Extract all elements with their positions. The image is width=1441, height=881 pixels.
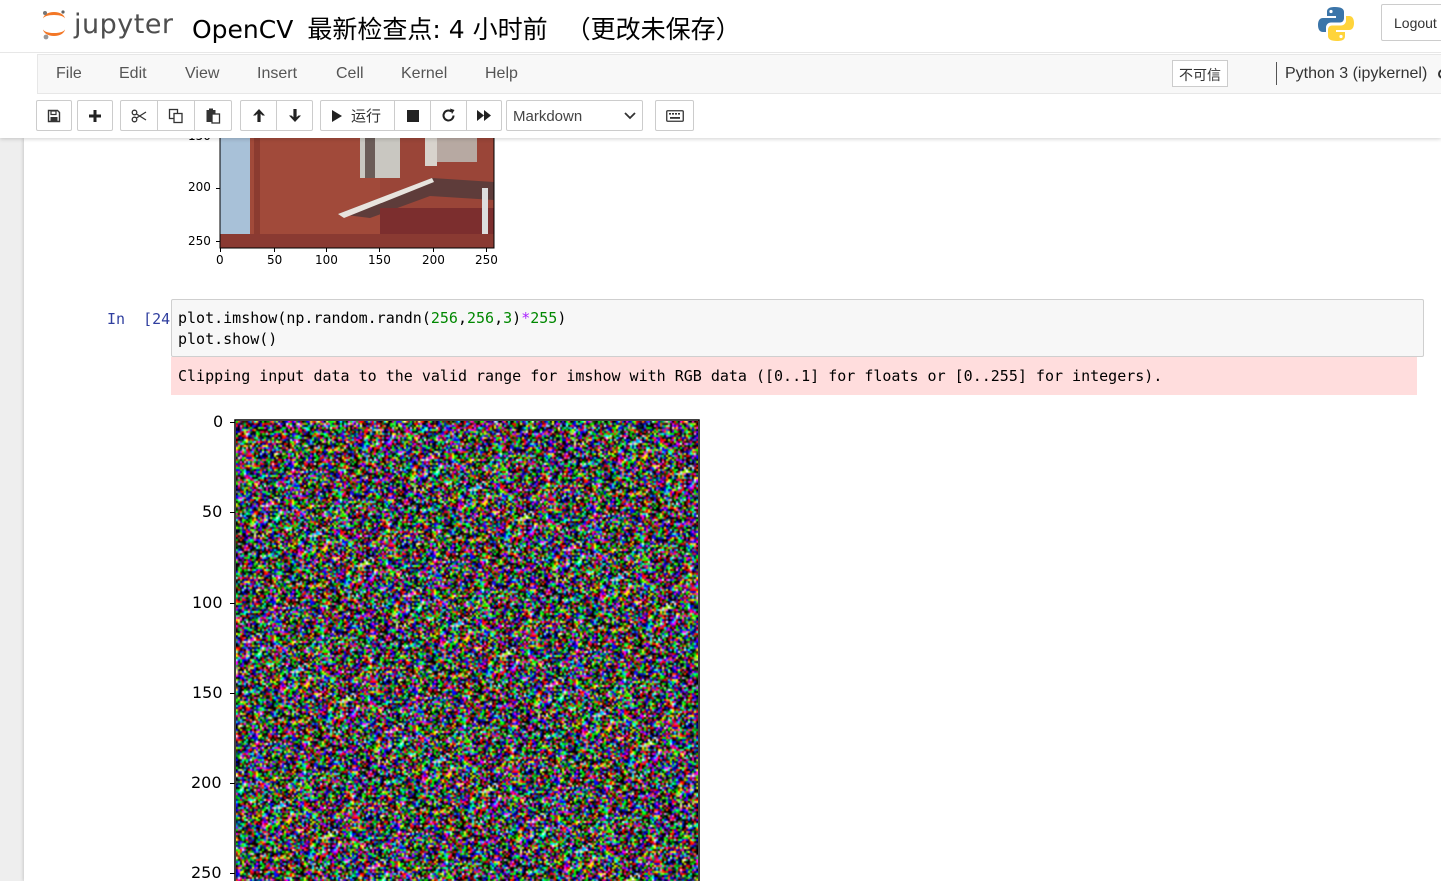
y-tick-mark xyxy=(230,512,235,513)
cut-button[interactable] xyxy=(120,100,158,131)
y-tick-mark xyxy=(230,783,235,784)
insert-cell-button[interactable] xyxy=(77,100,113,131)
code-line-2[interactable]: plot.show() xyxy=(178,330,277,348)
move-down-button[interactable] xyxy=(276,100,313,131)
noise-plot-frame xyxy=(234,419,700,881)
menu-kernel[interactable]: Kernel xyxy=(401,65,447,83)
x-tick-mark xyxy=(220,248,221,252)
checkpoint-status: 最新检查点: 4 小时前 xyxy=(307,15,548,44)
trust-indicator[interactable]: 不可信 xyxy=(1172,60,1228,87)
kernel-name[interactable]: Python 3 (ipykernel) xyxy=(1285,65,1427,83)
menu-view[interactable]: View xyxy=(185,65,219,83)
x-tick-mark xyxy=(326,248,327,252)
chevron-down-icon xyxy=(624,112,636,120)
fast-forward-icon xyxy=(477,110,491,121)
y-tick-label: 150 xyxy=(188,138,211,143)
toolbar: 运行 Markdown xyxy=(0,94,1441,138)
y-tick-label: 50 xyxy=(202,502,223,521)
y-tick-label: 150 xyxy=(192,683,223,702)
run-label: 运行 xyxy=(351,107,382,125)
cell-type-value: Markdown xyxy=(513,108,583,125)
cut-icon xyxy=(131,109,147,122)
interrupt-button[interactable] xyxy=(394,100,431,131)
run-button[interactable]: 运行 xyxy=(320,100,395,131)
menu-file[interactable]: File xyxy=(56,65,82,83)
y-tick-label: 200 xyxy=(191,773,222,792)
copy-button[interactable] xyxy=(157,100,195,131)
menubar: File Edit View Insert Cell Kernel Help 不… xyxy=(37,54,1441,94)
y-tick-label: 100 xyxy=(192,593,223,612)
x-tick-mark xyxy=(274,248,275,252)
y-tick-label: 250 xyxy=(191,863,222,881)
arrow-down-icon xyxy=(288,109,301,122)
copy-icon xyxy=(168,108,183,123)
menu-help[interactable]: Help xyxy=(485,65,518,83)
y-tick-label: 200 xyxy=(188,180,211,194)
command-palette-button[interactable] xyxy=(655,100,694,131)
restart-button[interactable] xyxy=(430,100,467,131)
y-tick-mark xyxy=(230,603,235,604)
x-tick-label: 200 xyxy=(422,253,445,267)
x-tick-mark xyxy=(379,248,380,252)
save-button[interactable] xyxy=(36,100,72,131)
x-tick-label: 250 xyxy=(475,253,498,267)
restart-icon xyxy=(442,108,455,122)
autosave-status: （更改未保存） xyxy=(565,15,741,44)
x-tick-label: 0 xyxy=(216,253,224,267)
code-line-1[interactable]: plot.imshow(np.random.randn(256,256,3)*2… xyxy=(178,309,566,327)
code-editor[interactable]: plot.imshow(np.random.randn(256,256,3)*2… xyxy=(171,299,1424,357)
y-tick-mark xyxy=(230,873,235,874)
notebook-title[interactable]: OpenCV 最新检查点: 4 小时前 （更改未保存） xyxy=(192,10,741,46)
y-tick-mark xyxy=(216,241,220,242)
y-tick-label: 0 xyxy=(213,412,224,431)
x-tick-label: 150 xyxy=(368,253,391,267)
jupyter-wordmark: jupyter xyxy=(74,8,174,40)
menu-edit[interactable]: Edit xyxy=(119,65,147,83)
stop-icon xyxy=(406,109,419,122)
jupyter-logo[interactable]: jupyter xyxy=(40,6,174,42)
y-tick-mark xyxy=(230,422,235,423)
move-up-button[interactable] xyxy=(240,100,277,131)
arrow-up-icon xyxy=(252,109,265,122)
run-all-button[interactable] xyxy=(466,100,502,131)
keyboard-icon xyxy=(665,109,684,122)
menu-cell[interactable]: Cell xyxy=(336,65,364,83)
plus-icon xyxy=(89,109,101,122)
x-tick-label: 50 xyxy=(267,253,283,267)
jupyter-logo-icon xyxy=(43,10,65,40)
notebook-header: jupyter OpenCV 最新检查点: 4 小时前 （更改未保存） Logout… xyxy=(0,0,1441,138)
notebook-name[interactable]: OpenCV xyxy=(192,15,293,44)
python-logo-icon xyxy=(1318,7,1354,41)
x-tick-label: 100 xyxy=(315,253,338,267)
x-tick-mark xyxy=(486,248,487,252)
x-tick-mark xyxy=(433,248,434,252)
title-bar: jupyter OpenCV 最新检查点: 4 小时前 （更改未保存） Logout xyxy=(0,0,1441,53)
cell-type-select[interactable]: Markdown xyxy=(506,100,643,131)
stderr-output: Clipping input data to the valid range f… xyxy=(171,357,1417,395)
run-icon xyxy=(332,109,342,122)
logout-button[interactable]: Logout xyxy=(1381,4,1441,41)
y-tick-label: 250 xyxy=(188,234,211,248)
y-tick-mark xyxy=(230,693,235,694)
paste-button[interactable] xyxy=(194,100,232,131)
menu-insert[interactable]: Insert xyxy=(257,65,297,83)
kernel-separator xyxy=(1276,62,1277,85)
notebook-container[interactable]: 150 200 250 0 50 100 150 200 250 In [24]… xyxy=(24,138,1441,881)
save-icon xyxy=(47,109,61,122)
y-tick-mark xyxy=(216,188,220,189)
paste-icon xyxy=(206,108,221,124)
